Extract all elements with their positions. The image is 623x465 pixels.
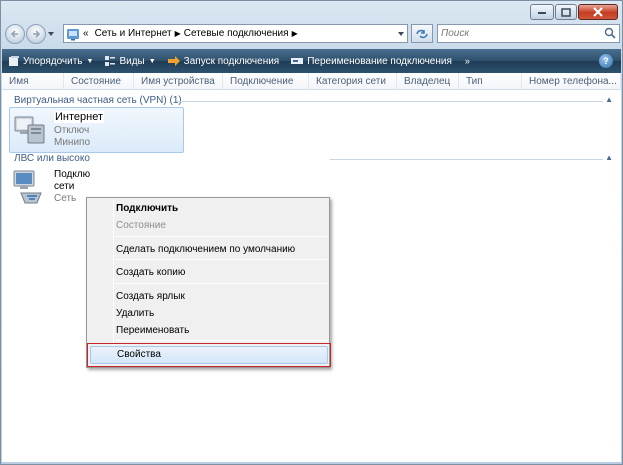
menu-icon-gutter bbox=[113, 200, 114, 365]
column-headers: Имя Состояние Имя устройства Подключение… bbox=[2, 73, 621, 90]
command-bar: Упорядочить ▼ Виды ▼ Запуск подключения … bbox=[2, 49, 621, 73]
group-divider bbox=[177, 101, 603, 102]
search-placeholder: Поиск bbox=[441, 28, 470, 39]
refresh-button[interactable] bbox=[411, 24, 433, 43]
lan-connection-name[interactable]: Подклю bbox=[54, 169, 90, 180]
caption-buttons bbox=[529, 4, 618, 20]
minimize-icon bbox=[538, 12, 546, 14]
menu-item-create-shortcut[interactable]: Создать ярлык bbox=[116, 291, 185, 302]
views-button[interactable]: Виды ▼ bbox=[104, 55, 156, 67]
rename-icon bbox=[290, 55, 304, 67]
file-list-pane[interactable]: Имя Состояние Имя устройства Подключение… bbox=[2, 73, 621, 462]
column-header-owner[interactable]: Владелец bbox=[397, 73, 459, 90]
views-label: Виды bbox=[119, 55, 145, 67]
refresh-icon bbox=[416, 29, 428, 38]
network-folder-icon bbox=[67, 28, 79, 40]
maximize-icon bbox=[561, 7, 571, 17]
menu-item-rename[interactable]: Переименовать bbox=[116, 325, 189, 336]
group-title-vpn[interactable]: Виртуальная частная сеть (VPN) (1) bbox=[14, 95, 182, 106]
close-button[interactable] bbox=[578, 4, 618, 20]
vpn-connection-name[interactable]: Интернет bbox=[54, 111, 104, 123]
breadcrumb-overflow[interactable]: « bbox=[83, 28, 89, 39]
chevron-down-icon: ▼ bbox=[86, 57, 94, 65]
lan-connection-icon[interactable] bbox=[11, 169, 47, 208]
vpn-connection-status: Отключ bbox=[54, 125, 90, 136]
group-title-lan[interactable]: ЛВС или высоко bbox=[14, 153, 90, 164]
chevron-down-icon bbox=[398, 32, 404, 36]
search-input[interactable]: Поиск bbox=[437, 24, 620, 43]
explorer-window: « Сеть и Интернет ▶ Сетевые подключения … bbox=[0, 0, 623, 465]
menu-separator bbox=[115, 340, 327, 341]
lan-connection-name-line2[interactable]: сети bbox=[54, 181, 74, 192]
navigation-row: « Сеть и Интернет ▶ Сетевые подключения … bbox=[5, 23, 620, 45]
maximize-button[interactable] bbox=[555, 4, 577, 20]
views-icon bbox=[104, 55, 116, 67]
address-dropdown[interactable] bbox=[397, 27, 405, 42]
breadcrumb-separator-icon[interactable]: ▶ bbox=[175, 29, 181, 38]
column-header-connection[interactable]: Подключение bbox=[223, 73, 309, 90]
menu-item-create-copy[interactable]: Создать копию bbox=[116, 267, 185, 278]
back-button[interactable] bbox=[5, 24, 25, 44]
menu-separator bbox=[115, 283, 327, 284]
menu-item-connect[interactable]: Подключить bbox=[116, 203, 178, 214]
organize-label: Упорядочить bbox=[23, 55, 83, 67]
chevron-down-icon: ▼ bbox=[148, 57, 156, 65]
menu-item-properties-label: Свойства bbox=[117, 349, 161, 360]
rename-connection-label: Переименование подключения bbox=[307, 55, 452, 67]
rename-connection-button[interactable]: Переименование подключения bbox=[290, 55, 452, 67]
help-button[interactable]: ? bbox=[599, 54, 613, 68]
menu-separator bbox=[115, 236, 327, 237]
column-header-type[interactable]: Тип bbox=[459, 73, 522, 90]
vpn-connection-item[interactable]: Интернет Отключ Минипо bbox=[9, 107, 184, 153]
menu-item-set-default[interactable]: Сделать подключением по умолчанию bbox=[116, 244, 295, 255]
organize-icon bbox=[8, 55, 20, 67]
start-connection-button[interactable]: Запуск подключения bbox=[167, 55, 280, 67]
menu-item-delete[interactable]: Удалить bbox=[116, 308, 154, 319]
column-header-network-category[interactable]: Категория сети bbox=[309, 73, 397, 90]
vpn-connection-device: Минипо bbox=[54, 137, 91, 148]
column-header-device-name[interactable]: Имя устройства bbox=[134, 73, 223, 90]
menu-item-properties[interactable]: Свойства bbox=[87, 343, 331, 367]
menu-item-status[interactable]: Состояние bbox=[116, 220, 166, 231]
menu-separator bbox=[115, 259, 327, 260]
forward-button[interactable] bbox=[26, 24, 46, 44]
organize-button[interactable]: Упорядочить ▼ bbox=[8, 55, 93, 67]
help-icon: ? bbox=[603, 56, 609, 66]
minimize-button[interactable] bbox=[530, 4, 554, 20]
context-menu: Подключить Состояние Сделать подключение… bbox=[86, 197, 331, 368]
group-divider bbox=[330, 159, 603, 160]
close-icon bbox=[593, 7, 603, 17]
forward-arrow-icon bbox=[33, 30, 41, 38]
vpn-connection-icon bbox=[12, 111, 48, 150]
breadcrumb-network-internet[interactable]: Сеть и Интернет bbox=[95, 28, 172, 39]
start-connection-icon bbox=[167, 55, 181, 67]
breadcrumb-network-connections[interactable]: Сетевые подключения bbox=[184, 28, 289, 39]
more-commands-button[interactable]: » bbox=[465, 56, 470, 66]
column-header-name[interactable]: Имя bbox=[2, 73, 64, 90]
address-bar[interactable]: « Сеть и Интернет ▶ Сетевые подключения … bbox=[63, 24, 408, 43]
collapse-group-icon[interactable]: ▲ bbox=[605, 95, 613, 104]
chevron-down-icon bbox=[48, 32, 54, 36]
lan-connection-status: Сеть bbox=[54, 193, 77, 204]
recent-pages-dropdown[interactable] bbox=[46, 24, 56, 44]
collapse-group-icon[interactable]: ▲ bbox=[605, 153, 613, 162]
column-header-phone-number[interactable]: Номер телефона... bbox=[522, 73, 621, 90]
start-connection-label: Запуск подключения bbox=[183, 55, 280, 67]
breadcrumb-separator-icon[interactable]: ▶ bbox=[292, 29, 298, 38]
column-header-status[interactable]: Состояние bbox=[64, 73, 134, 90]
search-icon[interactable] bbox=[604, 27, 616, 42]
back-arrow-icon bbox=[10, 30, 18, 38]
